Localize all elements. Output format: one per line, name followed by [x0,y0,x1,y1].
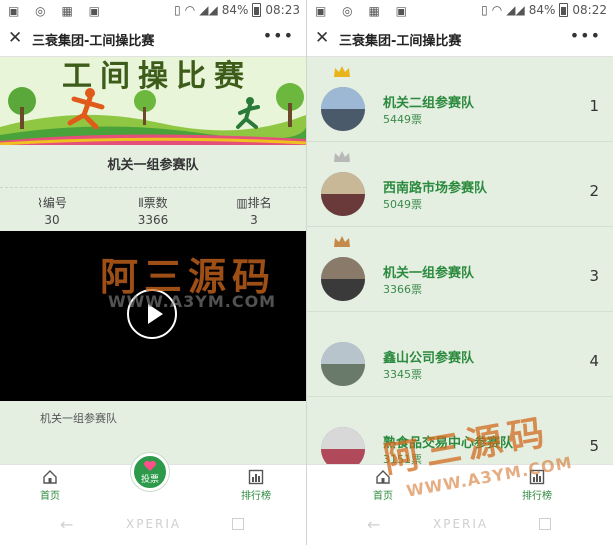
status-bar: ▣ ◎ ▦ ▣ ▯ ◠ ◢◢ 84% 08:22 [307,0,613,22]
signal-icon: ◢◢ [506,3,525,17]
vote-count: 5449票 [383,113,422,126]
gold-crown-icon [334,66,350,77]
avatar [321,342,365,386]
ranking-chart-icon: ▥ [236,196,248,210]
wifi-icon: ◠ [491,3,503,17]
silver-crown-icon [334,151,350,162]
home-icon [376,470,390,484]
vote-label: 投票 [140,475,159,485]
avatar [321,257,365,301]
video-caption: 机关一组参赛队 [40,412,117,425]
clock: 08:22 [572,3,607,17]
ranking-screen: ▣ ◎ ▦ ▣ ▯ ◠ ◢◢ 84% 08:22 ✕ 三衰集团-工间操比赛 ••… [307,0,613,545]
stat-votes: ⦀票数 3366 [103,194,203,227]
list-item[interactable]: 西南路市场参赛队 5049票 2 [307,142,613,227]
rank-number: 1 [589,97,599,115]
banner-title: 工间操比赛 [62,59,252,94]
list-item[interactable]: 机关二组参赛队 5449票 1 [307,57,613,142]
stat-rank: ▥排名 3 [204,194,304,227]
system-nav-bar: ← XPERIA [307,505,613,545]
ranking-list: 机关二组参赛队 5449票 1 西南路市场参赛队 5049票 2 机关一组参赛队… [307,57,613,464]
notification-icons: ▣ ◎ ▦ ▣ [315,4,413,18]
avatar [321,87,365,131]
team-name: 西南路市场参赛队 [383,181,488,196]
tab-home[interactable]: 首页 [20,469,80,502]
play-icon[interactable] [127,289,177,339]
vote-count: 3345票 [383,368,422,381]
recent-apps-icon[interactable] [232,518,244,530]
back-icon[interactable]: ← [60,515,73,534]
stat-label: 排名 [247,196,272,210]
rank-number: 2 [589,182,599,200]
tab-ranking[interactable]: 排行榜 [226,469,286,502]
title-bar: ✕ 三衰集团-工间操比赛 ••• [0,22,306,57]
battery-percent: 84% [221,3,249,17]
more-menu-icon[interactable]: ••• [263,26,294,45]
detail-screen: ▣ ◎ ▦ ▣ ▯ ◠ ◢◢ 84% 08:23 ✕ 三衰集团-工间操比赛 ••… [0,0,306,545]
team-name: 鑫山公司参赛队 [383,351,475,366]
heart-icon [144,460,156,471]
title-bar: ✕ 三衰集团-工间操比赛 ••• [307,22,613,57]
tab-home-label: 首页 [373,491,393,502]
list-item[interactable]: 机关一组参赛队 3366票 3 [307,227,613,312]
stat-label: 票数 [143,196,168,210]
ranking-icon [529,469,545,485]
close-icon[interactable]: ✕ [315,28,329,48]
stat-value: 30 [44,213,60,227]
team-name: 机关一组参赛队 [383,266,475,281]
tab-ranking[interactable]: 排行榜 [507,469,567,502]
bottom-tab-bar: 首页 投票 排行榜 [0,453,306,505]
tab-home[interactable]: 首页 [353,469,413,502]
vote-count: 3366票 [383,283,422,296]
team-name: 熟食品交易中心参赛队 [383,436,514,451]
system-nav-bar: ← XPERIA [0,505,306,545]
page-title: 三衰集团-工间操比赛 [339,34,462,49]
vibrate-icon: ▯ [174,3,181,17]
team-name: 机关二组参赛队 [383,96,475,111]
brand-label: XPERIA [126,517,182,531]
battery-icon [252,3,262,17]
vote-button[interactable]: 投票 [131,453,169,491]
signal-icon: ◢◢ [199,3,218,17]
list-item[interactable]: 熟食品交易中心参赛队 3151票 5 [307,397,613,464]
close-icon[interactable]: ✕ [8,28,22,48]
team-name: 机关一组参赛队 [107,158,199,173]
tab-ranking-label: 排行榜 [522,491,552,502]
stat-value: 3 [250,213,258,227]
tab-home-label: 首页 [40,491,60,502]
ranking-icon [248,469,264,485]
page-title: 三衰集团-工间操比赛 [32,34,155,49]
vote-count: 5049票 [383,198,422,211]
status-bar: ▣ ◎ ▦ ▣ ▯ ◠ ◢◢ 84% 08:23 [0,0,306,22]
notification-icons: ▣ ◎ ▦ ▣ [8,4,106,18]
bottom-tab-bar: 首页 排行榜 [307,464,613,505]
stat-label: 编号 [42,196,67,210]
clock: 08:23 [265,3,300,17]
avatar [321,427,365,464]
vibrate-icon: ▯ [481,3,488,17]
bronze-crown-icon [334,236,350,247]
recent-apps-icon[interactable] [539,518,551,530]
avatar [321,172,365,216]
wifi-icon: ◠ [184,3,196,17]
vote-count: 3151票 [383,453,422,464]
rank-number: 4 [589,352,599,370]
more-menu-icon[interactable]: ••• [570,26,601,45]
stats-row: ⌇编号 30 ⦀票数 3366 ▥排名 3 [0,187,306,230]
battery-icon [559,3,569,17]
rank-number: 3 [589,267,599,285]
list-item[interactable]: 鑫山公司参赛队 3345票 4 [307,312,613,397]
back-icon[interactable]: ← [367,515,380,534]
stat-value: 3366 [137,213,169,227]
home-icon [43,470,57,484]
rank-number: 5 [589,437,599,455]
stat-number: ⌇编号 30 [2,194,102,227]
tab-ranking-label: 排行榜 [241,491,271,502]
battery-percent: 84% [528,3,556,17]
event-banner: 工间操比赛 [0,57,306,145]
brand-label: XPERIA [433,517,489,531]
video-player[interactable] [0,231,306,401]
